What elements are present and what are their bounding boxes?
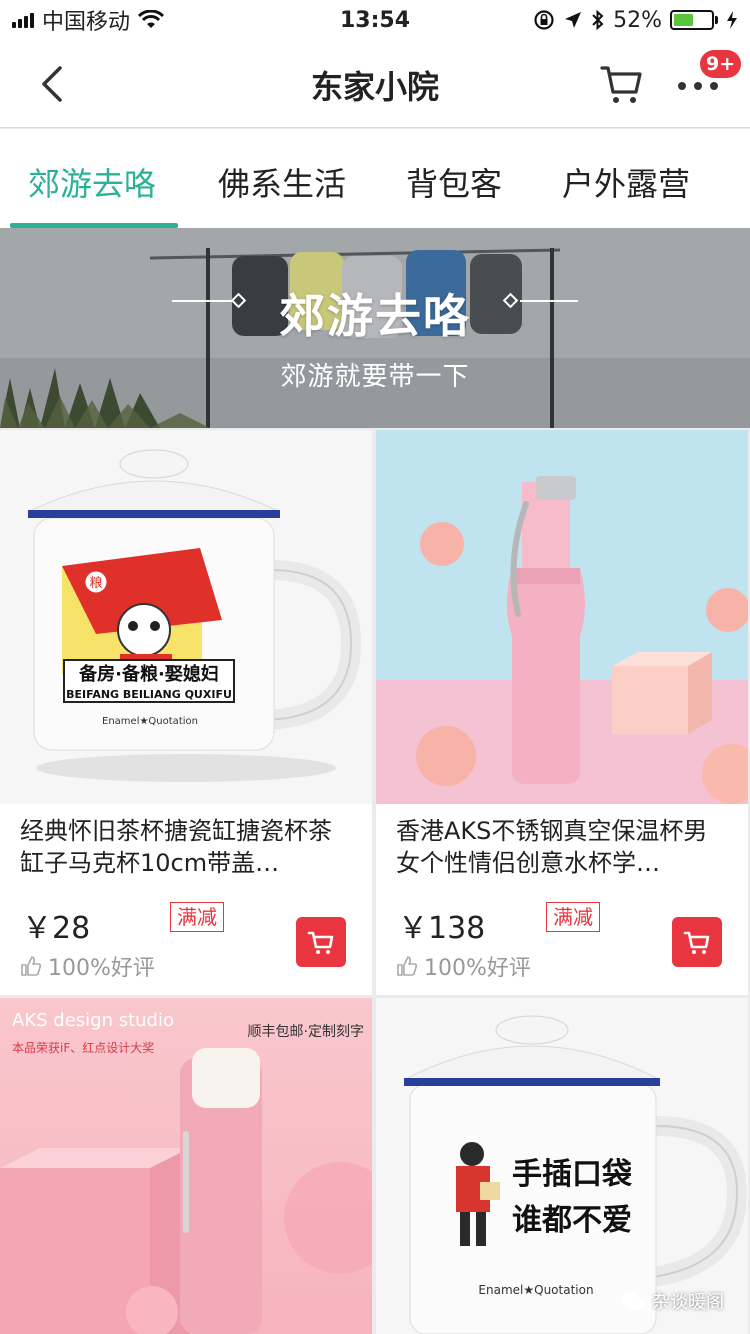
product-title[interactable]: 经典怀旧茶杯搪瓷缸搪瓷杯茶缸子马克杯10cm带盖… xyxy=(20,815,355,879)
wechat-icon xyxy=(621,1291,645,1311)
mug-text-line2: 谁都不爱 xyxy=(512,1203,632,1238)
mug-text-line1: 手插口袋 xyxy=(512,1157,632,1192)
battery-icon xyxy=(670,10,718,30)
discount-tag: 满减 xyxy=(546,902,600,932)
signal-icon xyxy=(12,12,34,28)
product-image-enamel-mug-2: 手插口袋 谁都不爱 Enamel★Quotation xyxy=(376,998,748,1334)
product-image-enamel-mug: 粮 备房·备粮·娶媳妇 BEIFANG BEILIANG QUXIFU Enam… xyxy=(0,430,372,804)
wifi-icon xyxy=(138,10,165,28)
image-award-text: 本品荣获iF、红点设计大奖 xyxy=(12,1040,154,1055)
thumbs-up-icon xyxy=(397,956,418,976)
carrier-label: 中国移动 xyxy=(42,10,131,35)
banner-subtitle: 郊游就要带一下 xyxy=(280,362,470,392)
navigation-bar: 东家小院 9+ xyxy=(0,40,750,128)
location-icon xyxy=(565,12,582,28)
rating-text: 100%好评 xyxy=(48,956,155,981)
tab-buddhist-life[interactable]: 佛系生活 xyxy=(218,159,346,205)
product-card[interactable]: 手插口袋 谁都不爱 Enamel★Quotation xyxy=(376,998,748,1334)
bluetooth-icon xyxy=(592,9,604,31)
product-card[interactable]: 粮 备房·备粮·娶媳妇 BEIFANG BEILIANG QUXIFU Enam… xyxy=(0,430,372,995)
battery-percent: 52% xyxy=(613,7,662,33)
notification-badge: 9+ xyxy=(700,50,742,78)
product-price: ￥138 xyxy=(398,911,486,946)
mug-pinyin: BEIFANG BEILIANG QUXIFU xyxy=(66,688,232,701)
cart-icon[interactable] xyxy=(598,60,646,108)
image-service-text: 顺丰包邮·定制刻字 xyxy=(248,1024,364,1040)
product-price: ￥28 xyxy=(22,911,91,946)
product-image-thermos-pink xyxy=(376,430,748,804)
cart-icon xyxy=(683,931,710,954)
watermark: 杂谈暖阁 xyxy=(620,1288,724,1314)
mug-slogan: 备房·备粮·娶媳妇 xyxy=(78,663,219,685)
product-rating: 100%好评 xyxy=(20,950,155,982)
add-to-cart-button[interactable] xyxy=(672,917,722,967)
tab-camping[interactable]: 户外露营 xyxy=(562,159,690,205)
product-card[interactable]: AKS design studio 本品荣获iF、红点设计大奖 顺丰包邮·定制刻… xyxy=(0,998,372,1334)
product-card[interactable]: 香港AKS不锈钢真空保温杯男女个性情侣创意水杯学… ￥138 满减 100%好评 xyxy=(376,430,748,995)
add-to-cart-button[interactable] xyxy=(296,917,346,967)
product-rating: 100%好评 xyxy=(396,950,531,982)
watermark-text: 杂谈暖阁 xyxy=(652,1292,724,1313)
thumbs-up-icon xyxy=(21,956,42,976)
category-tabs: 郊游去咯 佛系生活 背包客 户外露营 xyxy=(0,129,750,228)
banner-title: 郊游去咯 xyxy=(279,289,471,343)
product-title[interactable]: 香港AKS不锈钢真空保温杯男女个性情侣创意水杯学… xyxy=(396,815,731,879)
cart-icon xyxy=(307,931,334,954)
image-brand-text: AKS design studio xyxy=(12,1010,174,1031)
tab-backpacker[interactable]: 背包客 xyxy=(406,159,502,205)
product-image-thermos-aks: AKS design studio 本品荣获iF、红点设计大奖 顺丰包邮·定制刻… xyxy=(0,998,372,1334)
rating-text: 100%好评 xyxy=(424,956,531,981)
status-bar: 中国移动 13:54 52% xyxy=(0,0,750,40)
promo-banner[interactable]: 郊游去咯 郊游就要带一下 xyxy=(0,228,750,428)
mug-brand: Enamel★Quotation xyxy=(102,716,198,727)
discount-tag: 满减 xyxy=(170,902,224,932)
charging-icon xyxy=(727,11,737,29)
tab-outing[interactable]: 郊游去咯 xyxy=(28,159,156,205)
rotation-lock-icon xyxy=(534,10,554,30)
flag-char: 粮 xyxy=(89,576,102,591)
mug-brand: Enamel★Quotation xyxy=(478,1283,593,1297)
